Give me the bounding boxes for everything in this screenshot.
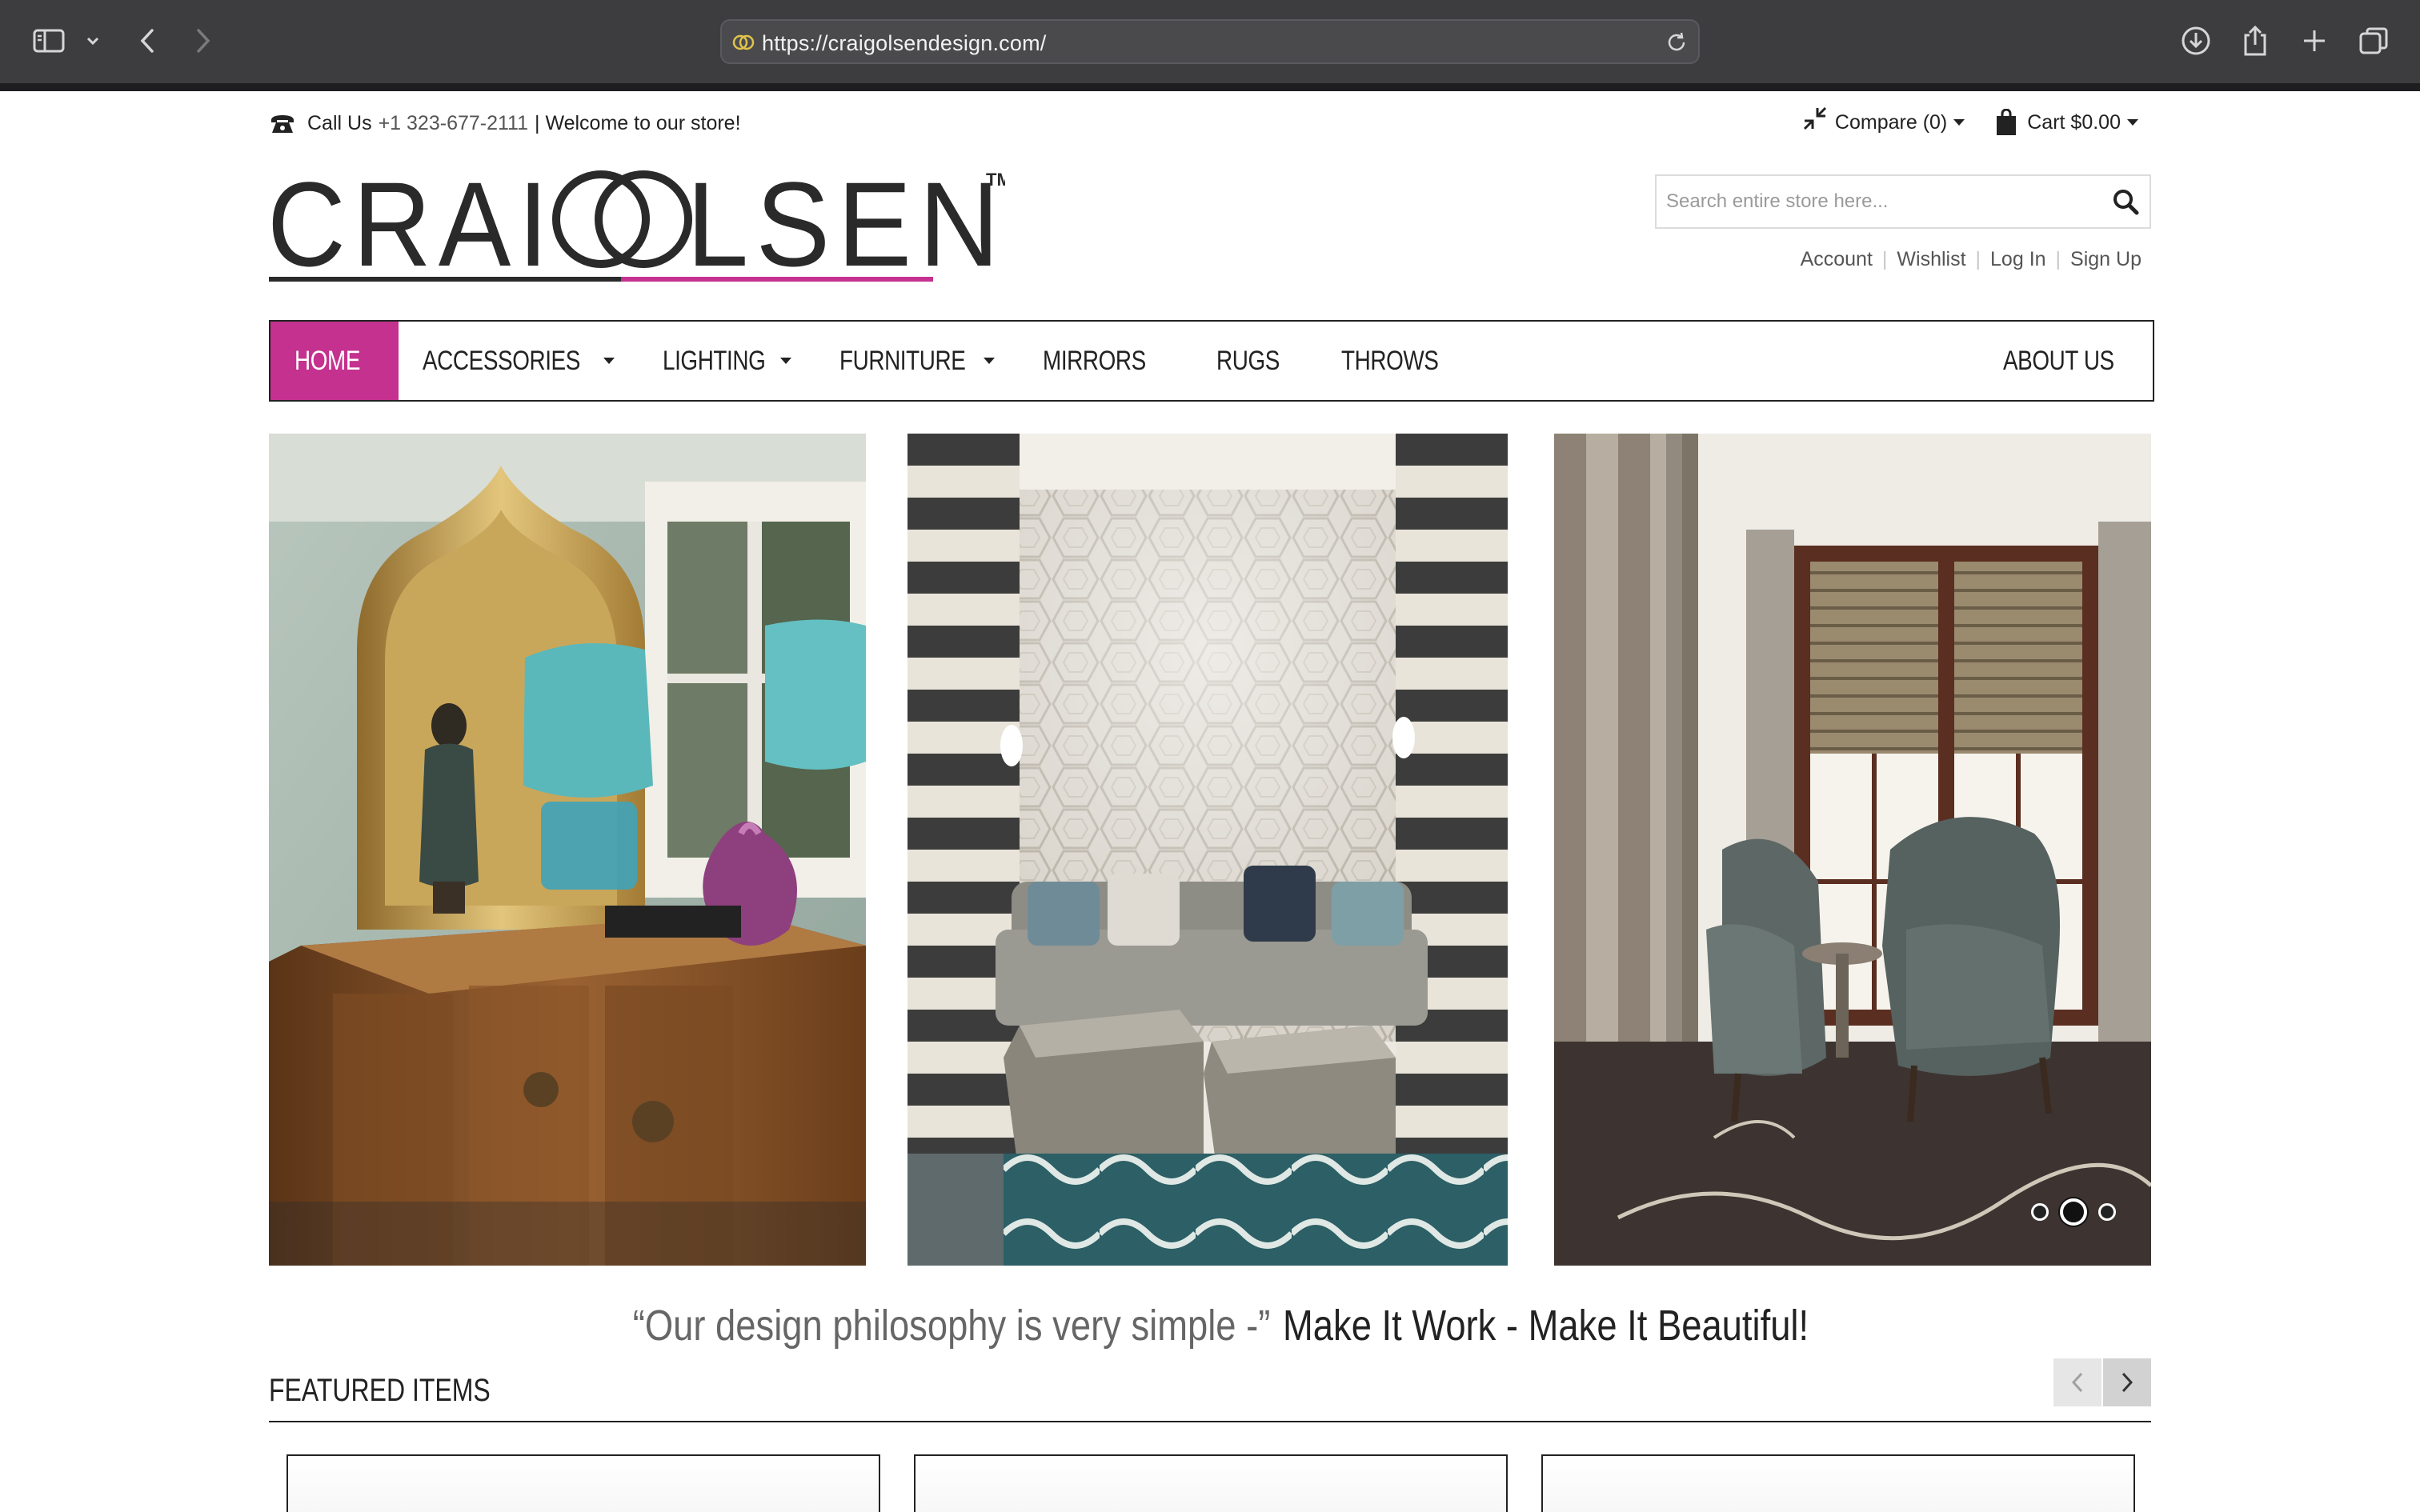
call-label: Call Us (307, 112, 372, 134)
featured-product-card[interactable] (1541, 1454, 2135, 1512)
nav-home[interactable]: HOME (270, 322, 399, 400)
slider-dot-1[interactable] (2031, 1203, 2049, 1221)
nav-furniture[interactable]: FURNITURE (815, 322, 1019, 400)
reload-icon[interactable] (1665, 30, 1689, 54)
tab-overview-icon[interactable] (2356, 21, 2391, 61)
featured-items-heading: FEATURED ITEMS (269, 1373, 546, 1409)
featured-next-button[interactable] (2103, 1358, 2151, 1406)
welcome-message: | Welcome to our store! (535, 112, 741, 134)
link-separator: | (1975, 248, 1981, 270)
link-separator: | (2055, 248, 2061, 270)
back-icon[interactable] (134, 21, 160, 61)
nav-about-label: ABOUT US (2002, 345, 2114, 376)
cart-label: Cart $0.00 (2027, 110, 2121, 134)
featured-carousel-controls (2052, 1358, 2151, 1406)
tagline-quote: “Our design philosophy is very simple -” (632, 1302, 1271, 1350)
browser-toolbar: https://craigolsendesign.com/ (0, 0, 2420, 83)
nav-accessories[interactable]: ACCESSORIES (399, 322, 639, 400)
nav-furniture-label: FURNITURE (839, 345, 966, 376)
phone-icon (271, 114, 294, 133)
login-link[interactable]: Log In (1990, 248, 2046, 271)
logo-trademark: TM (986, 170, 1005, 190)
chevron-left-icon (2071, 1372, 2083, 1393)
nav-rugs[interactable]: RUGS (1192, 322, 1317, 400)
hero-slider[interactable] (269, 434, 2151, 1266)
featured-product-card[interactable] (286, 1454, 880, 1512)
compare-icon (1803, 106, 1826, 130)
compare-dropdown[interactable]: Compare (0) (1801, 106, 1965, 134)
address-bar[interactable]: https://craigolsendesign.com/ (720, 19, 1700, 64)
main-navigation: HOME ACCESSORIES LIGHTING FURNITURE MIRR… (269, 320, 2154, 402)
forward-icon[interactable] (190, 21, 216, 61)
search-input[interactable] (1657, 176, 2089, 227)
site-logo[interactable]: CRAI LSEN TM (267, 157, 1012, 293)
slider-dot-2[interactable] (2060, 1198, 2087, 1226)
wishlist-link[interactable]: Wishlist (1897, 248, 1965, 271)
nav-lighting-label: LIGHTING (663, 345, 766, 376)
contact-bar: Call Us +1 323-677-2111 | Welcome to our… (269, 112, 741, 135)
featured-product-card[interactable] (914, 1454, 1508, 1512)
tagline-emphasis: Make It Work - Make It Beautiful! (1282, 1302, 1809, 1350)
shopping-bag-icon (1997, 109, 2017, 135)
slide-image-niche (269, 434, 866, 1266)
caret-down-icon (983, 358, 995, 364)
downloads-icon[interactable] (2178, 21, 2214, 61)
store-search (1655, 174, 2151, 229)
nav-lighting[interactable]: LIGHTING (639, 322, 815, 400)
slide-image-alcove (908, 434, 1508, 1266)
new-tab-icon[interactable] (2297, 21, 2332, 61)
cart-dropdown[interactable]: Cart $0.00 (1995, 109, 2138, 136)
compare-label: Compare (0) (1834, 110, 1948, 134)
caret-down-icon (779, 358, 791, 364)
design-philosophy-tagline: “Our design philosophy is very simple -”… (0, 1301, 2420, 1350)
caret-down-icon (603, 358, 615, 364)
account-links: Account | Wishlist | Log In | Sign Up (1801, 248, 2142, 271)
nav-accessories-label: ACCESSORIES (423, 345, 580, 376)
featured-divider (269, 1421, 2151, 1422)
account-link[interactable]: Account (1801, 248, 1873, 271)
nav-mirrors-label: MIRRORS (1042, 345, 1146, 376)
nav-rugs-label: RUGS (1216, 345, 1280, 376)
chevron-down-icon[interactable] (83, 21, 102, 61)
featured-title-text: FEATURED ITEMS (269, 1373, 491, 1408)
nav-throws[interactable]: THROWS (1317, 322, 1484, 400)
logo-text-right: LSEN (687, 165, 1005, 291)
phone-number[interactable]: +1 323-677-2111 (379, 112, 528, 135)
utility-links: Compare (0) Cart $0.00 (1771, 106, 2138, 136)
sidebar-toggle-icon[interactable] (29, 21, 69, 61)
signup-link[interactable]: Sign Up (2070, 248, 2142, 271)
nav-throws-label: THROWS (1340, 345, 1439, 376)
featured-prev-button[interactable] (2053, 1358, 2101, 1406)
site-info-icon[interactable] (731, 30, 755, 54)
nav-home-label: HOME (294, 345, 360, 376)
toolbar-divider (0, 83, 2420, 91)
nav-about-us[interactable]: ABOUT US (1979, 322, 2153, 400)
slider-dot-3[interactable] (2098, 1203, 2116, 1221)
logo-text-left: CRAI (269, 165, 555, 291)
nav-mirrors[interactable]: MIRRORS (1019, 322, 1192, 400)
slide-image-armchairs (1554, 434, 2151, 1266)
chevron-right-icon (2122, 1372, 2134, 1393)
slider-pagination (2020, 1198, 2116, 1226)
search-icon[interactable] (2111, 187, 2140, 216)
url-text[interactable]: https://craigolsendesign.com/ (762, 31, 1046, 56)
caret-down-icon (2127, 119, 2138, 126)
share-icon[interactable] (2238, 21, 2273, 61)
link-separator: | (1881, 248, 1888, 270)
caret-down-icon (1953, 119, 1965, 126)
